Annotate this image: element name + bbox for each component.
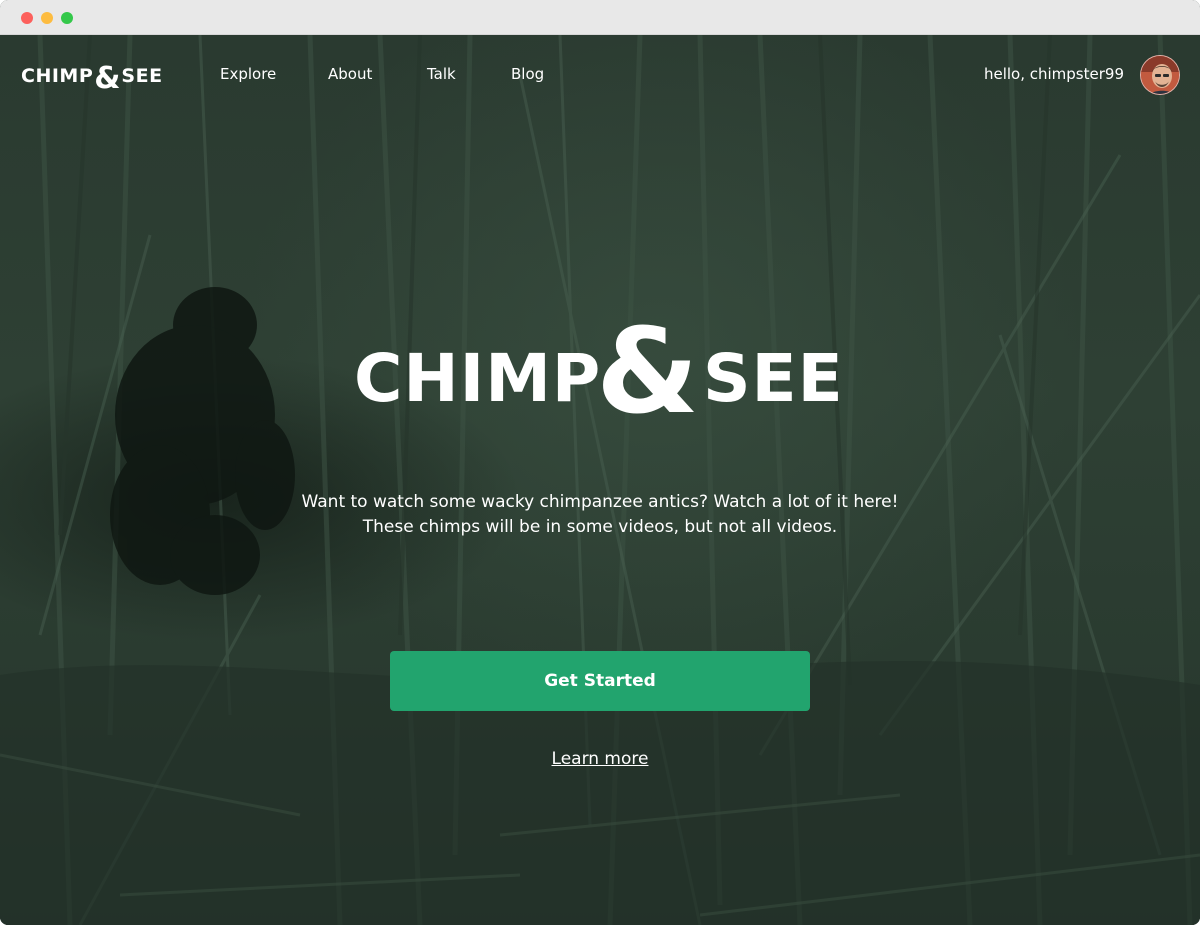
- site-logo[interactable]: CHIMP & SEE: [21, 59, 163, 96]
- hero-logo-word-see: SEE: [703, 340, 844, 417]
- logo-word-see: SEE: [121, 65, 163, 87]
- hero-logo: CHIMP & SEE: [300, 312, 900, 440]
- logo-ampersand: &: [94, 60, 121, 96]
- learn-more-link[interactable]: Learn more: [500, 749, 700, 769]
- get-started-button[interactable]: Get Started: [390, 651, 810, 711]
- user-greeting[interactable]: hello, chimpster99: [984, 65, 1124, 83]
- browser-window: CHIMP & SEE Explore About Talk Blog hell…: [0, 0, 1200, 925]
- minimize-window-button[interactable]: [41, 12, 53, 24]
- user-avatar-icon[interactable]: [1140, 55, 1180, 95]
- nav-link-talk[interactable]: Talk: [427, 65, 456, 83]
- hero-section: CHIMP & SEE Explore About Talk Blog hell…: [0, 35, 1200, 925]
- close-window-button[interactable]: [21, 12, 33, 24]
- hero-logo-ampersand: &: [596, 302, 699, 440]
- maximize-window-button[interactable]: [61, 12, 73, 24]
- hero-logo-word-chimp: CHIMP: [354, 340, 602, 417]
- window-titlebar: [0, 0, 1200, 35]
- nav-link-explore[interactable]: Explore: [220, 65, 276, 83]
- tagline-line-1: Want to watch some wacky chimpanzee anti…: [301, 492, 899, 512]
- top-navigation: CHIMP & SEE Explore About Talk Blog hell…: [0, 35, 1200, 115]
- nav-link-about[interactable]: About: [328, 65, 372, 83]
- forest-background-image: [0, 35, 1200, 925]
- logo-word-chimp: CHIMP: [21, 65, 94, 87]
- tagline-line-2: These chimps will be in some videos, but…: [362, 517, 838, 537]
- avatar-image: [1141, 56, 1179, 94]
- nav-link-blog[interactable]: Blog: [511, 65, 544, 83]
- hero-tagline: Want to watch some wacky chimpanzee anti…: [200, 490, 1000, 540]
